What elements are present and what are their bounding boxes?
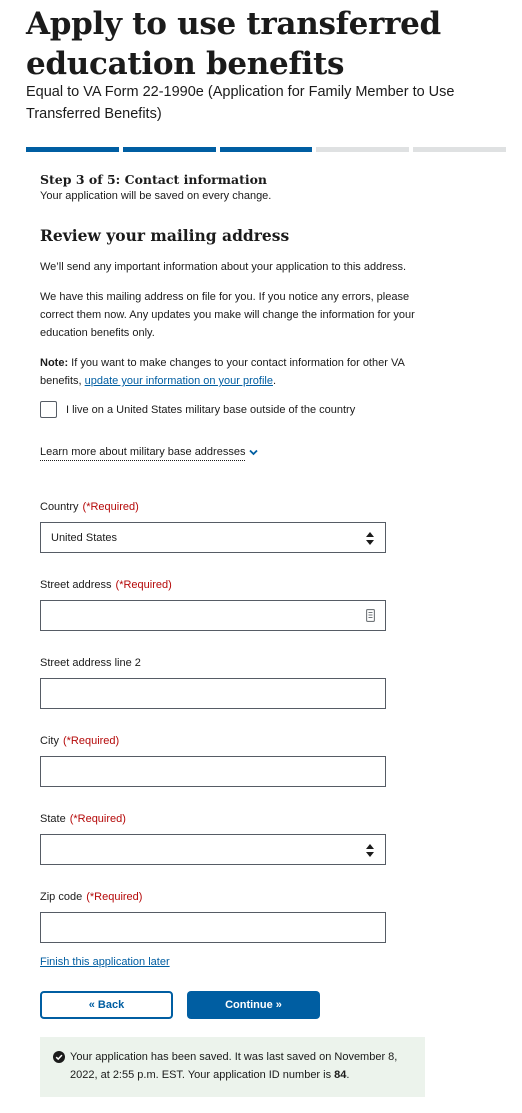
- select-arrows-icon: [366, 844, 374, 857]
- progress-bar: [26, 147, 506, 152]
- chevron-down-icon: [249, 449, 259, 456]
- city-label-text: City: [40, 735, 59, 747]
- note-paragraph: Note: If you want to make changes to you…: [40, 354, 420, 390]
- step-title: Step 3 of 5: Contact information: [40, 172, 268, 187]
- check-circle-icon: [53, 1051, 65, 1063]
- contact-card-icon: [366, 609, 375, 622]
- progress-segment: [122, 147, 216, 152]
- country-label: Country (*Required): [40, 499, 139, 515]
- address-on-file-paragraph: We have this mailing address on file for…: [40, 291, 415, 339]
- street-address-label: Street address (*Required): [40, 577, 172, 593]
- state-label: State (*Required): [40, 811, 126, 827]
- city-input[interactable]: [40, 756, 386, 787]
- page-title: Apply to use transferred education benef…: [26, 6, 441, 82]
- progress-segment: [26, 147, 119, 152]
- continue-button[interactable]: Continue »: [187, 991, 320, 1019]
- country-select-value: United States: [51, 531, 118, 544]
- required-marker: (*Required): [69, 813, 126, 825]
- intro-paragraph: We’ll send any important information abo…: [40, 261, 407, 273]
- save-status-alert: Your application has been saved. It was …: [40, 1037, 425, 1097]
- required-marker: (*Required): [62, 735, 120, 747]
- back-button[interactable]: « Back: [40, 991, 173, 1019]
- country-label-text: Country: [40, 501, 79, 513]
- military-base-checkbox[interactable]: [40, 401, 57, 418]
- progress-segment: [413, 147, 506, 152]
- zip-code-input[interactable]: [40, 912, 386, 943]
- military-base-checkbox-label: I live on a United States military base …: [66, 403, 356, 416]
- street-address-input[interactable]: [40, 600, 386, 631]
- note-label: Note:: [40, 357, 69, 369]
- street-address-2-input[interactable]: [40, 678, 386, 709]
- required-marker: (*Required): [115, 579, 172, 591]
- progress-segment: [219, 147, 313, 152]
- learn-more-military-toggle[interactable]: Learn more about military base addresses: [40, 444, 259, 461]
- save-status-end: .: [346, 1069, 350, 1081]
- country-select[interactable]: United States: [40, 522, 386, 553]
- state-label-text: State: [40, 813, 66, 825]
- zip-code-label: Zip code (*Required): [40, 889, 142, 905]
- page-subtitle: Equal to VA Form 22-1990e (Application f…: [26, 84, 455, 122]
- city-label: City (*Required): [40, 733, 119, 749]
- step-subtitle: Your application will be saved on every …: [40, 190, 272, 202]
- street-address-2-label: Street address line 2: [40, 657, 141, 669]
- select-arrows-icon: [366, 532, 374, 545]
- finish-later-link[interactable]: Finish this application later: [40, 956, 170, 968]
- section-title: Review your mailing address: [40, 226, 290, 245]
- zip-code-label-text: Zip code: [40, 891, 83, 903]
- street-address-label-text: Street address: [40, 579, 112, 591]
- required-marker: (*Required): [86, 891, 143, 903]
- update-profile-link[interactable]: update your information on your profile: [85, 375, 273, 387]
- progress-segment: [316, 147, 410, 152]
- note-end: .: [272, 375, 277, 387]
- required-marker: (*Required): [82, 501, 139, 513]
- learn-more-label: Learn more about military base addresses: [40, 444, 246, 461]
- application-id: 84: [334, 1069, 347, 1081]
- state-select[interactable]: [40, 834, 386, 865]
- military-base-checkbox-row[interactable]: I live on a United States military base …: [40, 401, 355, 418]
